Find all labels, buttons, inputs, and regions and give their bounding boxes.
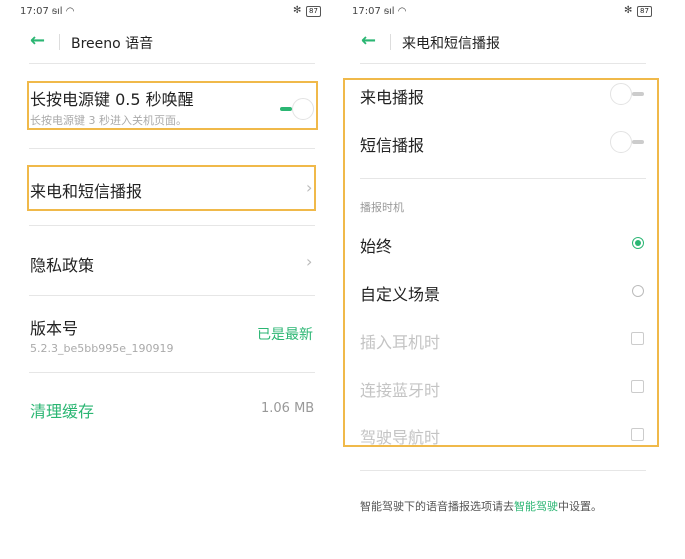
option-always-radio[interactable]: [632, 237, 644, 249]
divider: [29, 63, 315, 64]
option-bluetooth-label: 连接蓝牙时: [360, 381, 441, 400]
divider: [360, 178, 646, 179]
battery-icon: 87: [306, 6, 321, 17]
bluetooth-icon: ✻: [293, 5, 302, 16]
page-title: 来电和短信播报: [402, 36, 500, 52]
divider: [29, 295, 315, 296]
footer-suffix: 中设置。: [558, 500, 602, 513]
setting-subtitle: 长按电源键 3 秒进入关机页面。: [30, 114, 187, 127]
setting-title: 长按电源键 0.5 秒唤醒: [30, 90, 194, 109]
sms-broadcast-toggle[interactable]: [610, 131, 644, 153]
clear-cache-button[interactable]: 清理缓存: [30, 398, 94, 422]
cache-size: 1.06 MB: [261, 401, 315, 416]
option-bluetooth-checkbox[interactable]: [631, 380, 644, 393]
option-navigation-checkbox[interactable]: [631, 428, 644, 441]
divider: [29, 372, 315, 373]
call-broadcast-label: 来电播报: [360, 88, 425, 107]
sms-broadcast-label: 短信播报: [360, 136, 425, 155]
chevron-right-icon: ›: [306, 252, 313, 271]
power-key-toggle[interactable]: [280, 98, 314, 120]
divider: [360, 63, 646, 64]
section-label: 播报时机: [360, 201, 404, 214]
chevron-right-icon: ›: [306, 178, 313, 197]
option-always-label[interactable]: 始终: [360, 233, 392, 257]
back-button[interactable]: ←: [30, 30, 45, 51]
option-headphones-label: 插入耳机时: [360, 333, 441, 352]
divider: [360, 470, 646, 471]
page-title: Breeno 语音: [71, 36, 154, 52]
divider: [59, 34, 60, 50]
signal-icon: ᵴıl ◠: [52, 6, 75, 17]
version-number: 5.2.3_be5bb995e_190919: [30, 342, 174, 355]
option-custom-radio[interactable]: [632, 285, 644, 297]
call-broadcast-toggle[interactable]: [610, 83, 644, 105]
setting-version-title: 版本号: [30, 319, 79, 338]
divider: [390, 34, 391, 50]
option-navigation-label: 驾驶导航时: [360, 428, 441, 447]
status-time: 17:07: [352, 6, 381, 17]
divider: [29, 225, 315, 226]
battery-icon: 87: [637, 6, 652, 17]
status-time: 17:07: [20, 6, 49, 17]
bluetooth-icon: ✻: [624, 5, 633, 16]
footer-prefix: 智能驾驶下的语音播报选项请去: [360, 500, 514, 513]
option-headphones-checkbox[interactable]: [631, 332, 644, 345]
divider: [29, 148, 315, 149]
back-button[interactable]: ←: [361, 30, 376, 51]
setting-title: 来电和短信播报: [30, 182, 143, 201]
footer-note: 智能驾驶下的语音播报选项请去智能驾驶中设置。: [360, 498, 602, 514]
option-custom-label[interactable]: 自定义场景: [360, 281, 440, 305]
version-status: 已是最新: [257, 327, 313, 343]
signal-icon: ᵴıl ◠: [384, 6, 407, 17]
smart-driving-link[interactable]: 智能驾驶: [514, 500, 558, 513]
setting-privacy-policy[interactable]: 隐私政策: [30, 252, 94, 276]
